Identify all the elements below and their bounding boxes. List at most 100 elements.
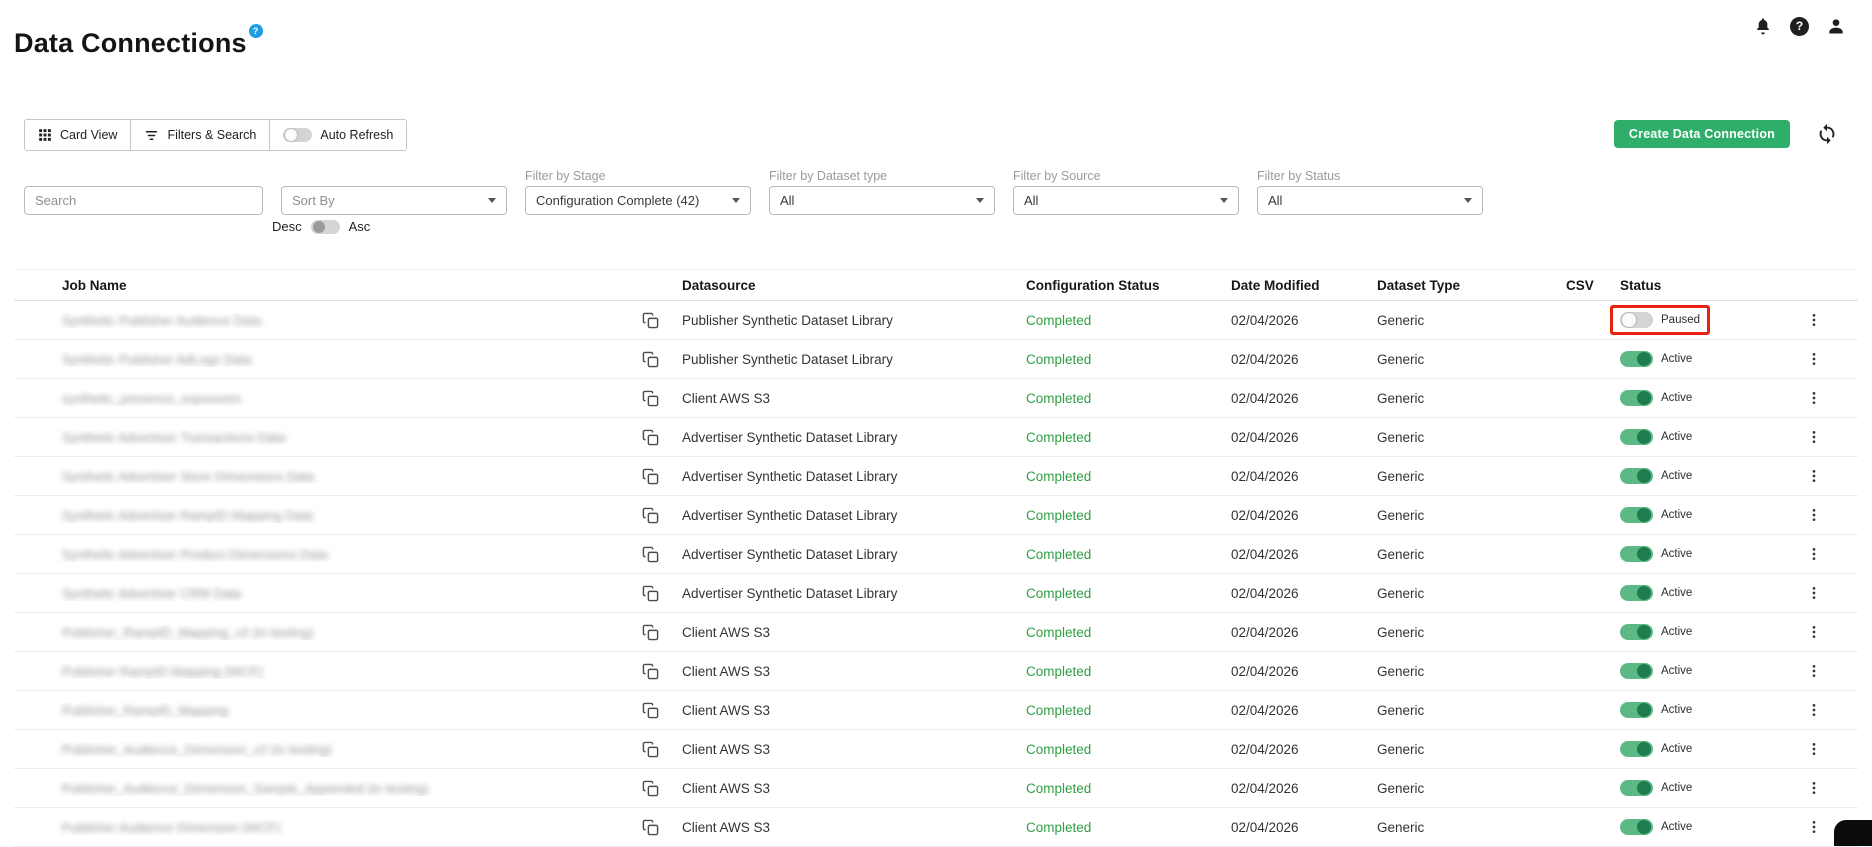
row-menu-button[interactable] <box>1770 585 1858 601</box>
sort-order-toggle[interactable] <box>310 219 340 234</box>
row-menu-button[interactable] <box>1770 351 1858 367</box>
copy-job-name-button[interactable] <box>642 741 682 758</box>
datasource-cell: Client AWS S3 <box>682 663 771 679</box>
datasource-cell: Advertiser Synthetic Dataset Library <box>682 429 898 445</box>
sort-by-value: Sort By <box>292 193 335 208</box>
table-header: Job Name Datasource Configuration Status… <box>14 269 1858 301</box>
status-cell: Active <box>1620 617 1770 647</box>
table-row: Publisher Audience Dimension (WCF) Clien… <box>14 808 1858 847</box>
row-menu-button[interactable] <box>1770 390 1858 406</box>
status-cell: Active <box>1620 812 1770 842</box>
notifications-icon[interactable] <box>1753 16 1773 36</box>
status-dropdown[interactable]: All <box>1257 186 1483 215</box>
date-modified-cell: 02/04/2026 <box>1231 468 1299 484</box>
configuration-status-cell: Completed <box>1026 507 1092 523</box>
status-toggle[interactable] <box>1620 468 1653 484</box>
status-cell-inner: Active <box>1610 500 1702 530</box>
status-toggle[interactable] <box>1620 780 1653 796</box>
status-toggle[interactable] <box>1620 702 1653 718</box>
sort-by-dropdown[interactable]: Sort By <box>281 186 507 215</box>
table-row: Synthetic Advertiser Transactions Data A… <box>14 418 1858 457</box>
kebab-menu-icon <box>1806 741 1822 757</box>
create-data-connection-button[interactable]: Create Data Connection <box>1613 120 1790 148</box>
job-name-text: Publisher_Audience_Dimension_Sample_Appe… <box>62 780 429 796</box>
search-input[interactable] <box>24 186 263 215</box>
copy-job-name-button[interactable] <box>642 624 682 641</box>
copy-job-name-button[interactable] <box>642 780 682 797</box>
row-menu-button[interactable] <box>1770 429 1858 445</box>
copy-job-name-button[interactable] <box>642 585 682 602</box>
status-toggle[interactable] <box>1620 624 1653 640</box>
copy-job-name-button[interactable] <box>642 429 682 446</box>
copy-job-name-button[interactable] <box>642 390 682 407</box>
dataset-type-cell: Generic <box>1377 312 1425 328</box>
row-menu-button[interactable] <box>1770 702 1858 718</box>
source-value: All <box>1024 193 1039 208</box>
auto-refresh-toggle[interactable] <box>283 128 313 142</box>
data-connections-table: Job Name Datasource Configuration Status… <box>14 269 1858 847</box>
job-name-text: Publisher Audience Dimension (WCF) <box>62 819 281 835</box>
status-toggle[interactable] <box>1620 429 1653 445</box>
auto-refresh-label: Auto Refresh <box>320 128 394 142</box>
account-icon[interactable] <box>1826 16 1846 36</box>
status-toggle-knob <box>1637 781 1651 795</box>
row-menu-button[interactable] <box>1770 507 1858 523</box>
job-name-cell: Synthetic Advertiser RampID Mapping Data <box>14 508 642 523</box>
copy-job-name-button[interactable] <box>642 468 682 485</box>
kebab-menu-icon <box>1806 507 1822 523</box>
status-cell-inner: Active <box>1610 695 1702 725</box>
status-toggle[interactable] <box>1620 312 1653 328</box>
copy-job-name-button[interactable] <box>642 702 682 719</box>
status-cell-inner: Active <box>1610 383 1702 413</box>
source-dropdown[interactable]: All <box>1013 186 1239 215</box>
column-header-date-modified: Date Modified <box>1231 277 1320 293</box>
dataset-type-dropdown[interactable]: All <box>769 186 995 215</box>
dataset-type-cell: Generic <box>1377 351 1425 367</box>
caret-down-icon <box>488 198 496 203</box>
job-name-text: Synthetic Advertiser Transactions Data <box>62 429 286 445</box>
copy-icon <box>642 819 659 836</box>
status-toggle[interactable] <box>1620 663 1653 679</box>
table-row: synthetic_presence_exposures Client AWS … <box>14 379 1858 418</box>
help-icon-glyph: ? <box>1790 16 1809 36</box>
help-icon[interactable]: ? <box>1790 16 1809 36</box>
status-cell-inner: Active <box>1610 812 1702 842</box>
row-menu-button[interactable] <box>1770 546 1858 562</box>
caret-down-icon <box>1220 198 1228 203</box>
status-cell-inner: Active <box>1610 656 1702 686</box>
status-toggle-knob <box>1637 664 1651 678</box>
datasource-cell: Advertiser Synthetic Dataset Library <box>682 507 898 523</box>
filters-search-button[interactable]: Filters & Search <box>131 120 271 150</box>
status-cell: Active <box>1620 500 1770 530</box>
status-toggle[interactable] <box>1620 390 1653 406</box>
status-toggle[interactable] <box>1620 351 1653 367</box>
stage-dropdown[interactable]: Configuration Complete (42) <box>525 186 751 215</box>
kebab-menu-icon <box>1806 819 1822 835</box>
dataset-type-cell: Generic <box>1377 819 1425 835</box>
row-menu-button[interactable] <box>1770 624 1858 640</box>
copy-job-name-button[interactable] <box>642 819 682 836</box>
status-toggle[interactable] <box>1620 546 1653 562</box>
status-toggle[interactable] <box>1620 507 1653 523</box>
row-menu-button[interactable] <box>1770 468 1858 484</box>
status-toggle[interactable] <box>1620 741 1653 757</box>
copy-job-name-button[interactable] <box>642 546 682 563</box>
row-menu-button[interactable] <box>1770 741 1858 757</box>
table-row: Synthetic Advertiser RampID Mapping Data… <box>14 496 1858 535</box>
refresh-icon[interactable] <box>1816 123 1838 145</box>
status-cell-inner: Active <box>1610 344 1702 374</box>
title-help-badge[interactable]: ? <box>248 24 263 38</box>
copy-job-name-button[interactable] <box>642 507 682 524</box>
status-toggle[interactable] <box>1620 585 1653 601</box>
copy-job-name-button[interactable] <box>642 312 682 329</box>
configuration-status-cell: Completed <box>1026 702 1092 718</box>
status-cell-inner: Active <box>1610 773 1702 803</box>
status-toggle[interactable] <box>1620 819 1653 835</box>
page-title-text: Data Connections <box>14 28 247 58</box>
row-menu-button[interactable] <box>1770 780 1858 796</box>
row-menu-button[interactable] <box>1770 663 1858 679</box>
copy-job-name-button[interactable] <box>642 663 682 680</box>
card-view-button[interactable]: Card View <box>25 120 132 150</box>
copy-job-name-button[interactable] <box>642 351 682 368</box>
row-menu-button[interactable] <box>1770 312 1858 328</box>
